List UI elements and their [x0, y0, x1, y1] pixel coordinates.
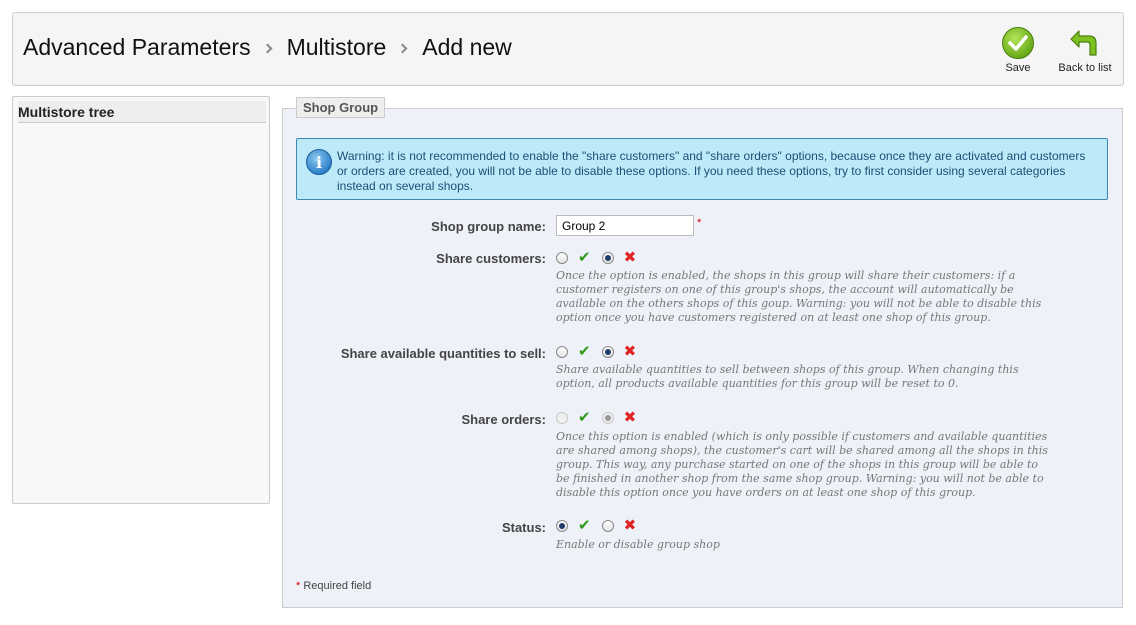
- share-stock-no-radio[interactable]: [601, 346, 614, 358]
- check-icon: ✔: [578, 517, 591, 534]
- share-customers-no-radio[interactable]: [601, 252, 614, 264]
- fieldset-legend: Shop Group: [296, 97, 386, 118]
- save-button-label: Save: [1005, 62, 1031, 74]
- check-icon: ✔: [578, 409, 591, 426]
- shop-group-name-label: Shop group name:: [431, 219, 546, 234]
- required-field-note: * Required field: [296, 580, 371, 592]
- multistore-tree-title: Multistore tree: [18, 101, 266, 123]
- share-customers-radio-group: ✔ ✖: [556, 250, 636, 266]
- cross-icon: ✖: [623, 343, 637, 360]
- page-header-toolbar: Advanced Parameters Multistore Add new S…: [12, 12, 1124, 86]
- required-star: *: [296, 580, 301, 592]
- share-orders-yes-radio[interactable]: [556, 412, 568, 424]
- status-help: Enable or disable group shop: [556, 538, 720, 551]
- shop-group-name-input[interactable]: [556, 215, 694, 236]
- back-arrow-icon: [1069, 27, 1101, 59]
- multistore-tree-panel: Multistore tree: [12, 96, 270, 504]
- share-orders-no-radio[interactable]: [601, 412, 614, 424]
- share-customers-yes-radio[interactable]: [556, 252, 568, 264]
- share-customers-label: Share customers:: [436, 251, 546, 266]
- required-field-text: Required field: [303, 580, 372, 592]
- info-icon: i: [306, 149, 332, 175]
- breadcrumb-item-advanced-parameters[interactable]: Advanced Parameters: [23, 34, 251, 61]
- share-stock-radio-group: ✔ ✖: [556, 344, 636, 360]
- check-icon: ✔: [578, 343, 591, 360]
- status-label: Status:: [501, 520, 546, 535]
- check-icon: ✔: [578, 249, 591, 266]
- share-orders-radio-group: ✔ ✖: [556, 410, 636, 426]
- breadcrumb-item-add-new: Add new: [422, 34, 512, 60]
- share-orders-label: Share orders:: [461, 412, 546, 427]
- warning-alert: i Warning: it is not recommended to enab…: [296, 138, 1108, 200]
- share-stock-yes-radio[interactable]: [556, 346, 568, 358]
- cross-icon: ✖: [623, 517, 637, 534]
- share-orders-help: Once this option is enabled (which is on…: [556, 430, 1048, 499]
- status-yes-radio[interactable]: [556, 520, 568, 532]
- chevron-right-icon: [262, 43, 273, 54]
- save-button[interactable]: Save: [1002, 27, 1034, 74]
- chevron-right-icon: [397, 43, 408, 54]
- warning-text: Warning: it is not recommended to enable…: [337, 149, 1086, 193]
- status-no-radio[interactable]: [601, 520, 614, 532]
- share-stock-label: Share available quantities to sell:: [340, 346, 546, 361]
- breadcrumb-item-multistore[interactable]: Multistore: [287, 34, 387, 61]
- back-to-list-button[interactable]: Back to list: [1057, 27, 1113, 74]
- required-star: *: [697, 217, 702, 229]
- status-radio-group: ✔ ✖: [556, 518, 636, 534]
- breadcrumb: Advanced Parameters Multistore Add new: [23, 34, 512, 61]
- back-to-list-label: Back to list: [1058, 62, 1112, 74]
- share-stock-help: Share available quantities to sell betwe…: [556, 363, 1019, 390]
- share-customers-help: Once the option is enabled, the shops in…: [556, 269, 1042, 324]
- cross-icon: ✖: [623, 409, 637, 426]
- cross-icon: ✖: [623, 249, 637, 266]
- check-circle-icon: [1002, 27, 1034, 59]
